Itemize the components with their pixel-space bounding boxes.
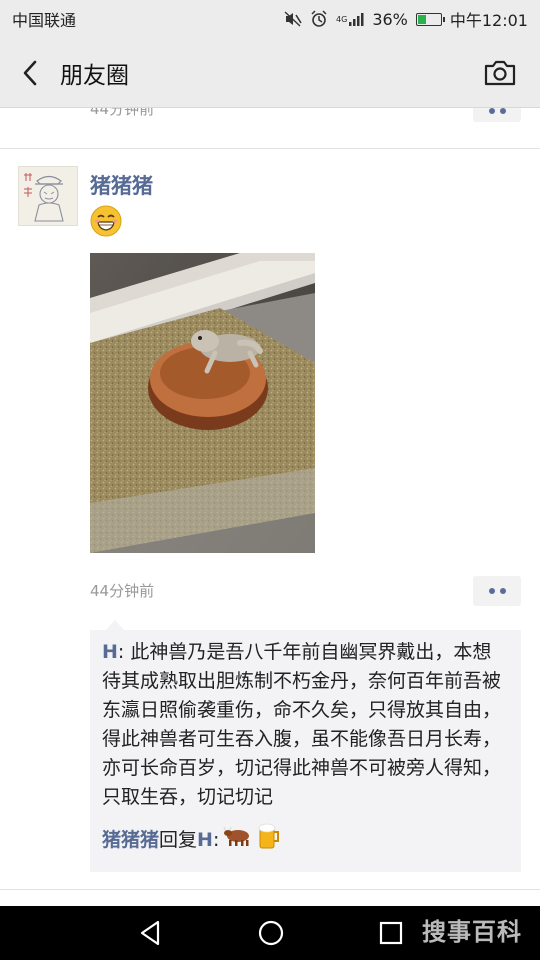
previous-post-tail: 44分钟前 <box>0 108 540 149</box>
more-dot-icon <box>488 588 495 594</box>
circle-home-icon <box>258 920 284 946</box>
nav-bar: 搜事百科 <box>0 906 540 960</box>
post-divider <box>0 889 540 890</box>
back-arrow-icon <box>23 60 37 85</box>
nav-home-button[interactable] <box>256 918 286 948</box>
comment-box: H: 此神兽乃是吾八千年前自幽冥界戴出，本想待其成熟取出胆炼制不朽金丹，奈何百年… <box>90 620 521 872</box>
watermark: 搜事百科 <box>422 918 522 946</box>
comment[interactable]: H: 此神兽乃是吾八千年前自幽冥界戴出，本想待其成熟取出胆炼制不朽金丹，奈何百年… <box>102 638 509 812</box>
title-bar: 朋友圈 <box>0 38 540 108</box>
reply-separator: : <box>212 829 220 851</box>
cow-emoji-icon <box>223 825 253 855</box>
comment-text: 此神兽乃是吾八千年前自幽冥界戴出，本想待其成熟取出胆炼制不朽金丹，奈何百年前吾被… <box>102 641 502 808</box>
signal-icon: 4G <box>336 12 364 26</box>
grin-emoji-icon <box>90 205 122 237</box>
reply-target[interactable]: H <box>197 826 213 854</box>
network-type: 4G <box>336 14 348 24</box>
comment-separator: : <box>117 641 131 663</box>
status-icons: 4G 36% 中午12:01 <box>284 7 528 31</box>
post-photo[interactable] <box>90 253 315 553</box>
previous-post-more-button[interactable] <box>473 108 521 122</box>
nav-back-button[interactable] <box>136 918 166 948</box>
reply-author[interactable]: 猪猪猪 <box>102 826 159 854</box>
triangle-back-icon <box>140 920 160 946</box>
mute-icon <box>284 11 302 27</box>
avatar[interactable] <box>18 166 78 226</box>
carrier-label: 中国联通 <box>12 11 77 30</box>
post-time: 44分钟前 <box>90 582 155 600</box>
status-bar: 中国联通 4G 36% 中午12:01 <box>0 0 540 38</box>
page-title: 朋友圈 <box>60 62 129 89</box>
reply-comment[interactable]: 猪猪猪 回复 H: <box>102 822 509 858</box>
alarm-icon <box>310 10 328 28</box>
post-username[interactable]: 猪猪猪 <box>90 170 153 200</box>
battery-icon <box>415 12 445 26</box>
back-button[interactable] <box>0 38 60 108</box>
avatar-sketch-icon <box>24 173 64 222</box>
camera-icon <box>484 60 516 86</box>
clock: 中午12:01 <box>449 11 528 30</box>
beer-emoji-icon <box>257 822 281 858</box>
square-recents-icon <box>379 921 403 945</box>
more-dot-icon <box>499 588 506 594</box>
camera-button[interactable] <box>482 56 518 90</box>
post-more-button[interactable] <box>473 576 521 606</box>
battery-percent: 36% <box>372 9 408 29</box>
comment-author[interactable]: H <box>102 641 118 663</box>
previous-post-time: 44分钟前 <box>90 108 155 118</box>
nav-recents-button[interactable] <box>376 918 406 948</box>
reply-action: 回复 <box>159 829 198 851</box>
